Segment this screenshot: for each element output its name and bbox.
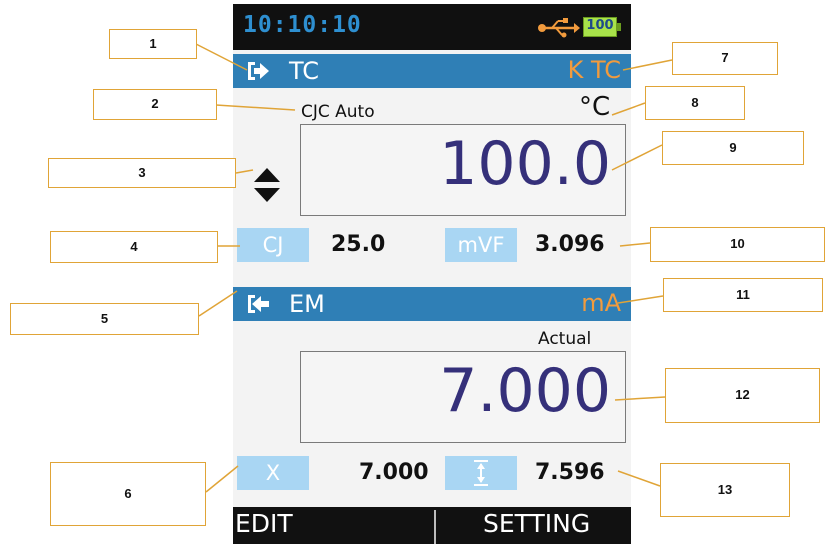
cj-chip: CJ — [237, 228, 309, 262]
channel1-value-box: 100.0 — [300, 124, 626, 216]
callout-11: 11 — [663, 278, 823, 312]
channel2-value: 7.000 — [439, 356, 611, 426]
span-value: 7.596 — [535, 460, 605, 485]
channel2-header[interactable]: EM mA — [233, 287, 631, 321]
softkey-divider — [434, 510, 436, 544]
battery-icon: 100 — [583, 17, 623, 39]
mvf-chip: mVF — [445, 228, 517, 262]
callout-7: 7 — [672, 42, 778, 75]
source-icon — [248, 62, 269, 80]
channel1-type-label[interactable]: K TC — [568, 56, 621, 84]
channel1-value: 100.0 — [439, 129, 611, 199]
status-bar: 10:10:10 100 — [233, 4, 631, 50]
callout-6: 6 — [50, 462, 206, 526]
callout-8: 8 — [645, 86, 745, 120]
cj-value: 25.0 — [331, 232, 386, 257]
up-down-arrows-icon[interactable] — [253, 166, 281, 204]
channel2-unit[interactable]: mA — [581, 289, 621, 317]
channel2-value-box: 7.000 — [300, 351, 626, 443]
channel1-mode-label: TC — [289, 57, 320, 85]
channel1-header[interactable]: TC K TC — [233, 54, 631, 88]
callout-3: 3 — [48, 158, 236, 188]
callout-13: 13 — [660, 463, 790, 517]
mvf-value: 3.096 — [535, 232, 605, 257]
callout-10: 10 — [650, 227, 825, 262]
setting-softkey[interactable]: SETTING — [483, 509, 590, 538]
edit-softkey[interactable]: EDIT — [235, 509, 293, 538]
callout-12: 12 — [665, 368, 820, 423]
x-value: 7.000 — [359, 460, 429, 485]
callout-4: 4 — [50, 231, 218, 263]
clock-time: 10:10:10 — [243, 12, 362, 38]
measure-icon — [248, 295, 269, 313]
callout-1: 1 — [109, 29, 197, 59]
callout-2: 2 — [93, 89, 217, 120]
span-chip — [445, 456, 517, 490]
battery-level: 100 — [586, 18, 614, 33]
channel1-unit: °C — [579, 92, 611, 122]
channel2-mode-label: EM — [289, 290, 325, 318]
softkey-bar: EDIT SETTING — [233, 507, 631, 544]
vertical-span-icon — [474, 460, 488, 486]
callout-9: 9 — [662, 131, 804, 165]
cjc-mode-text: CJC Auto — [301, 102, 375, 122]
usb-icon — [538, 18, 580, 38]
device-screen: 10:10:10 100 TC K TC CJC Auto °C 100.0 C… — [233, 4, 631, 544]
callout-5: 5 — [10, 303, 199, 335]
actual-label: Actual — [538, 329, 592, 349]
x-chip: X — [237, 456, 309, 490]
